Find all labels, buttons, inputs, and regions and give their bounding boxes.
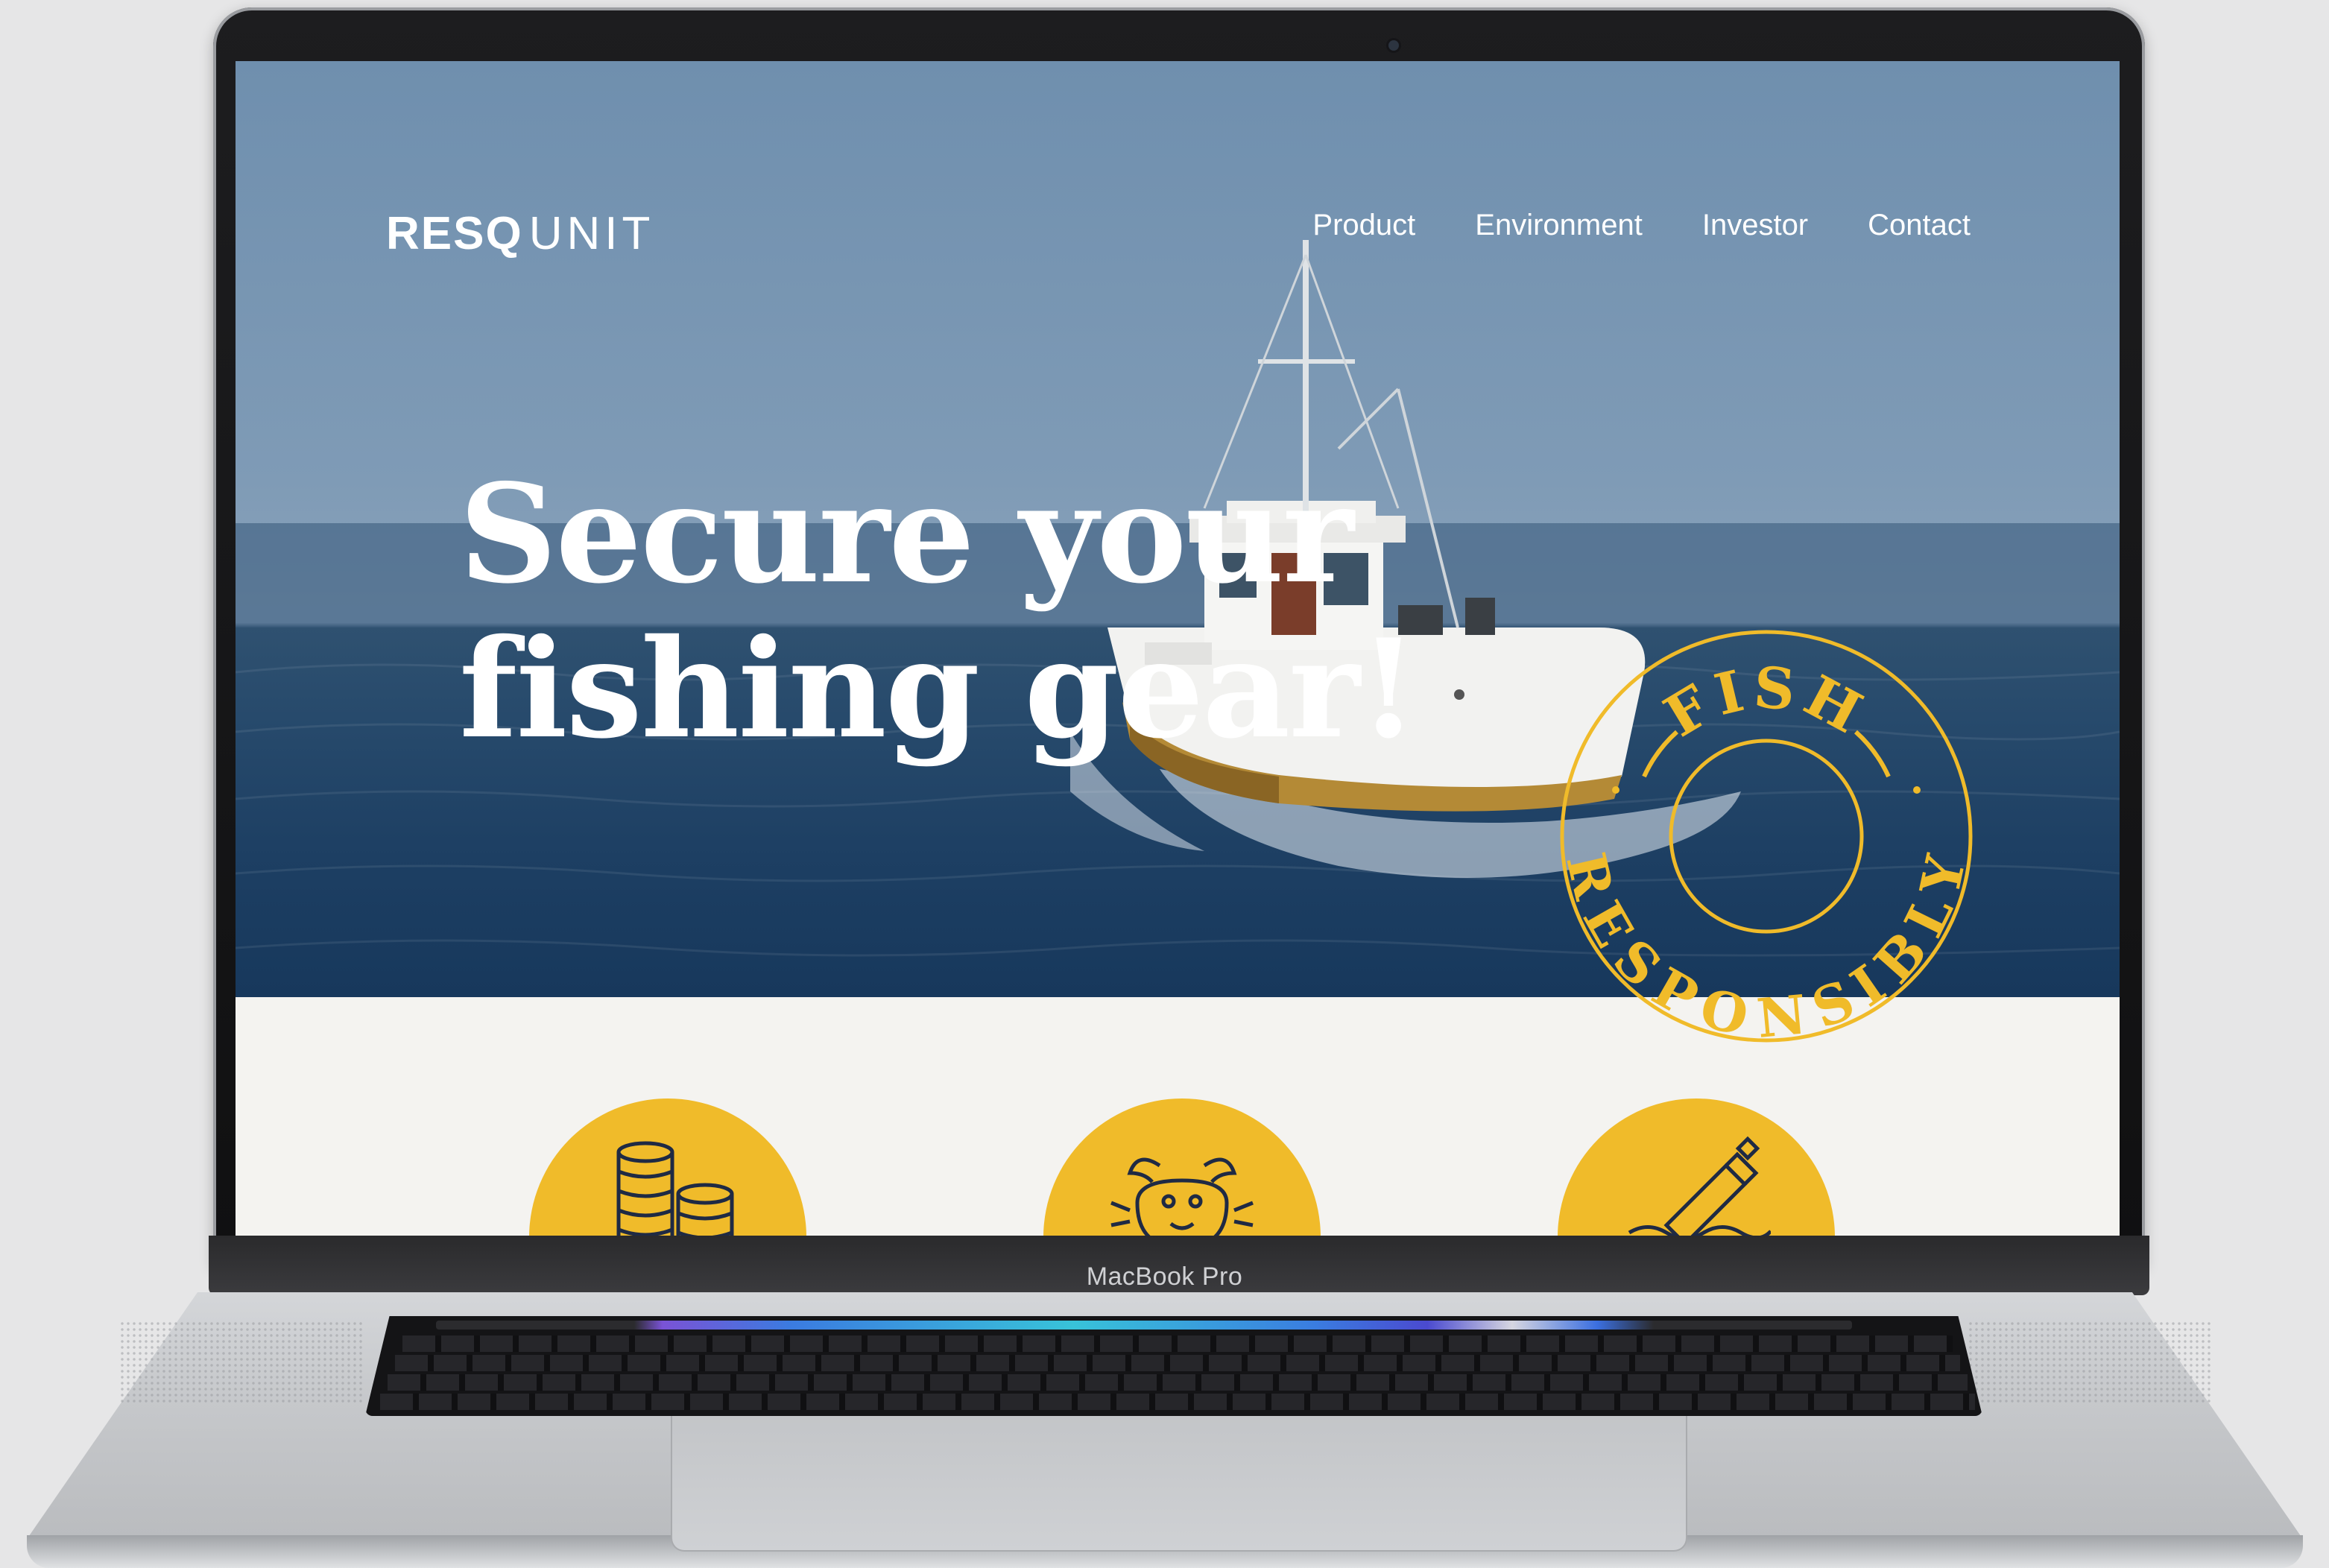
nav-link-product[interactable]: Product <box>1312 209 1415 242</box>
svg-text:FISH: FISH <box>1653 654 1877 750</box>
logo-bold-text: RESQ <box>386 208 523 259</box>
hero-headline-line-2: fishing gear! <box>459 609 1418 768</box>
coins-stack-icon <box>616 1141 734 1236</box>
logo-light-text: UNIT <box>528 208 655 259</box>
keyboard-row <box>395 1355 1960 1371</box>
webcam-icon <box>1388 40 1399 51</box>
nav-link-environment[interactable]: Environment <box>1475 209 1643 242</box>
main-nav: Product Environment Investor Contact <box>1312 209 1971 242</box>
badge-top-text: FISH <box>1653 654 1871 750</box>
resqunit-logo[interactable]: RESQ UNIT <box>386 207 654 260</box>
nav-link-contact[interactable]: Contact <box>1868 209 1971 242</box>
speaker-grille-left <box>119 1321 365 1403</box>
fish-responsibly-badge: FISH RESPONSIBLY <box>1558 630 1975 1045</box>
nav-link-investor[interactable]: Investor <box>1702 209 1808 242</box>
crab-icon <box>1110 1157 1254 1236</box>
hero-headline: Secure your fishing gear! <box>459 454 1418 768</box>
device-label: MacBook Pro <box>1086 1262 1243 1291</box>
touch-bar <box>436 1321 1852 1330</box>
buoy-marker-icon <box>1628 1136 1771 1236</box>
top-navigation: RESQ UNIT Product Environment Investor Co… <box>236 61 2120 259</box>
website-viewport: RESQ UNIT Product Environment Investor Co… <box>236 61 2120 1236</box>
keyboard-row <box>402 1335 1953 1352</box>
keyboard-row <box>388 1374 1968 1391</box>
trackpad <box>671 1416 1687 1552</box>
hero-headline-line-1: Secure your <box>459 454 1354 613</box>
speaker-grille-right <box>1968 1321 2213 1403</box>
keyboard-row <box>380 1394 1975 1410</box>
